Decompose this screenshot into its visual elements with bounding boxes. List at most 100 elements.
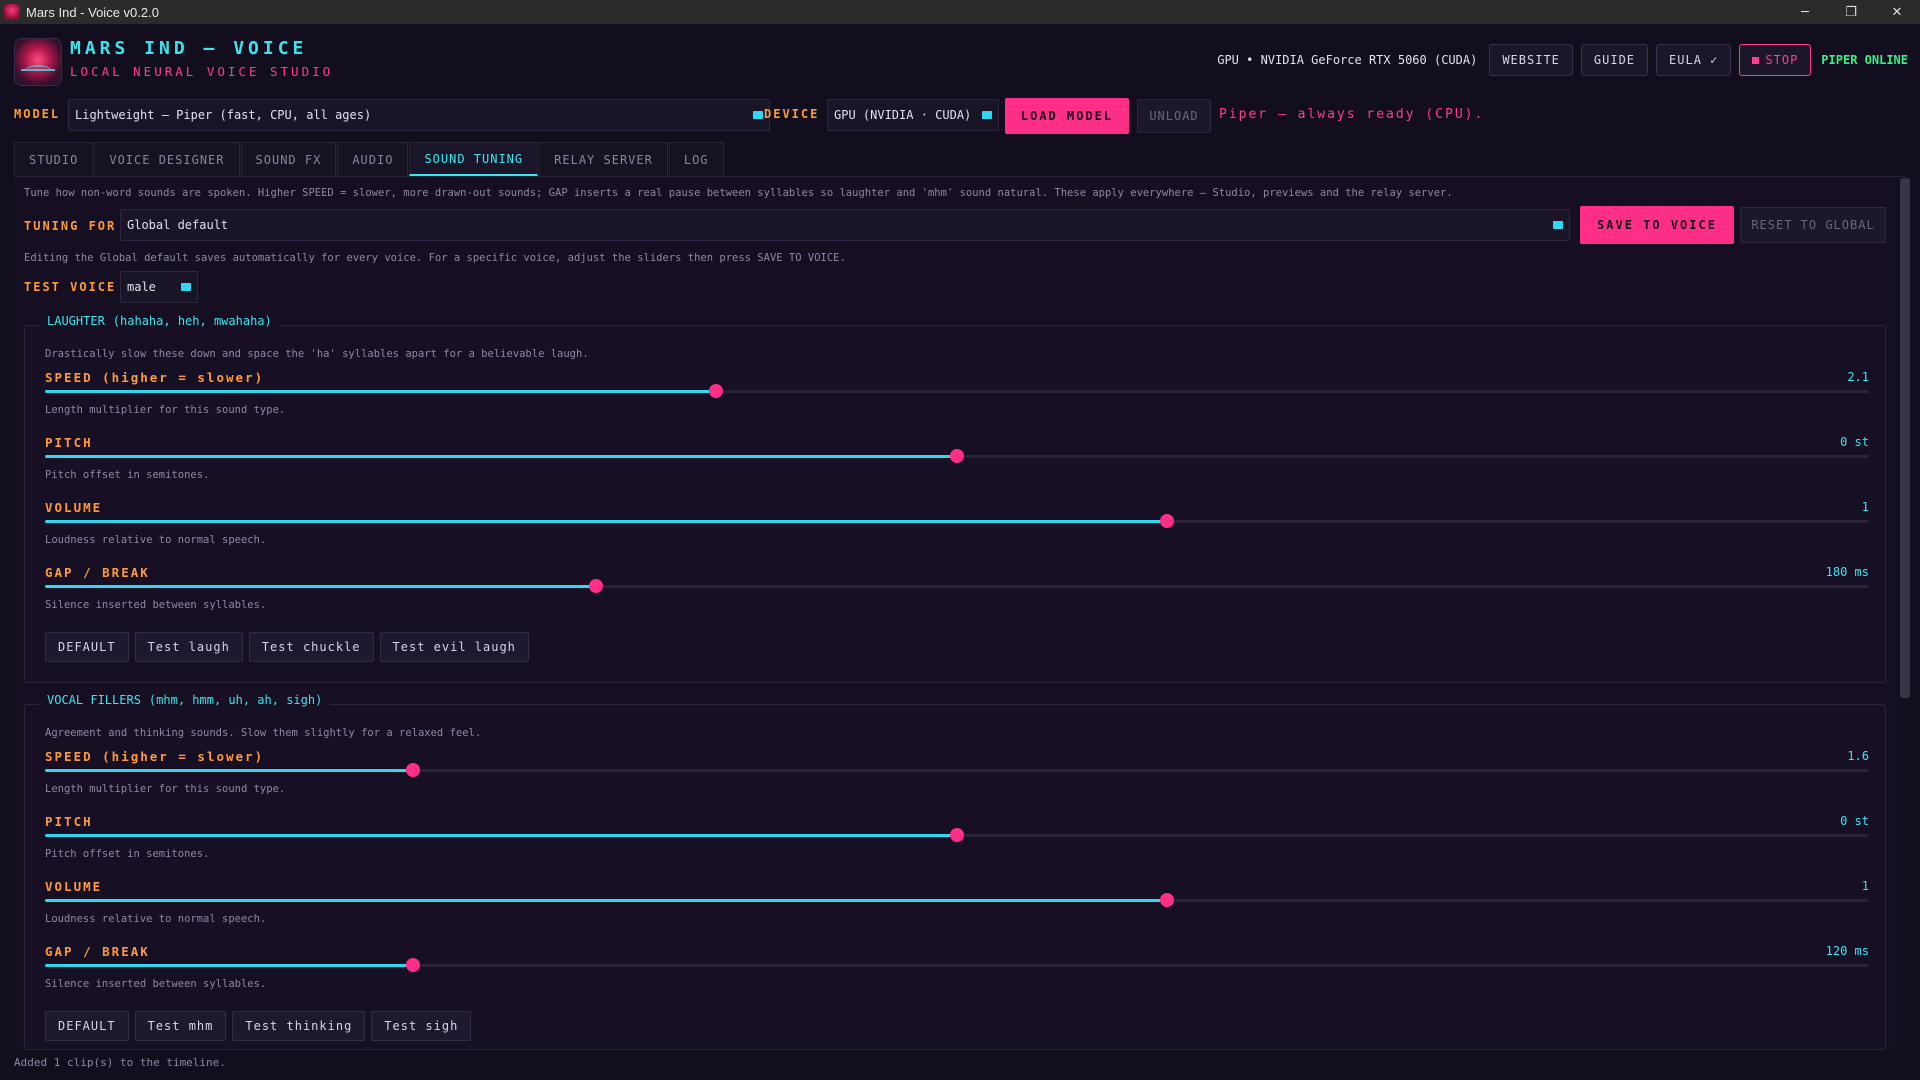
speed-slider[interactable] bbox=[45, 384, 1869, 398]
pitch-value: 0 st bbox=[1840, 435, 1869, 449]
tuning-for-select[interactable]: Global default bbox=[120, 209, 1570, 241]
app-header: MARS IND — VOICE LOCAL NEURAL VOICE STUD… bbox=[0, 24, 1920, 94]
laughter-button-row: DEFAULT Test laugh Test chuckle Test evil l… bbox=[45, 632, 529, 662]
default-button[interactable]: DEFAULT bbox=[45, 632, 129, 662]
vocal-fillers-group: VOCAL FILLERS (mhm, hmm, uh, ah, sigh) Ag… bbox=[24, 693, 1886, 1050]
volume-description: Loudness relative to normal speech. bbox=[45, 913, 267, 925]
gap-value: 180 ms bbox=[1825, 565, 1869, 579]
slider-thumb[interactable] bbox=[1159, 893, 1174, 907]
slider-fill bbox=[45, 769, 414, 772]
slider-thumb[interactable] bbox=[406, 958, 421, 972]
slider-thumb[interactable] bbox=[950, 828, 964, 842]
volume-value: 1 bbox=[1861, 500, 1869, 514]
chevron-down-icon bbox=[1553, 221, 1563, 229]
vocal-fillers-group-title: VOCAL FILLERS (mhm, hmm, uh, ah, sigh) bbox=[39, 693, 331, 707]
test-thinking-button[interactable]: Test thinking bbox=[232, 1011, 366, 1041]
chevron-down-icon bbox=[982, 111, 992, 119]
gap-label: GAP / BREAK bbox=[45, 565, 150, 580]
slider-fill bbox=[45, 390, 717, 393]
speed-label: SPEED (higher = slower) bbox=[45, 749, 265, 764]
minimize-button[interactable]: ─ bbox=[1782, 0, 1828, 24]
slider-fill bbox=[45, 585, 596, 588]
pitch-slider-block: PITCH 0 st Pitch offset in semitones. bbox=[45, 814, 1869, 880]
test-sigh-button[interactable]: Test sigh bbox=[371, 1011, 472, 1041]
speed-description: Length multiplier for this sound type. bbox=[45, 404, 286, 416]
laughter-group-title: LAUGHTER (hahaha, heh, mwahaha) bbox=[39, 314, 280, 328]
tab-sound-fx[interactable]: SOUND FX bbox=[240, 142, 337, 176]
slider-thumb[interactable] bbox=[406, 763, 421, 777]
website-button[interactable]: WEBSITE bbox=[1489, 44, 1573, 76]
speed-label: SPEED (higher = slower) bbox=[45, 370, 265, 385]
vocal-fillers-description: Agreement and thinking sounds. Slow them… bbox=[45, 727, 482, 739]
tab-bar: STUDIO VOICE DESIGNER SOUND FX AUDIO SOUND T… bbox=[14, 142, 725, 176]
status-bar: Added 1 clip(s) to the timeline. bbox=[14, 1056, 226, 1069]
unload-button[interactable]: UNLOAD bbox=[1137, 99, 1211, 133]
app-logo bbox=[14, 38, 62, 86]
pitch-description: Pitch offset in semitones. bbox=[45, 469, 210, 481]
slider-thumb[interactable] bbox=[709, 384, 724, 398]
tuning-for-value: Global default bbox=[127, 218, 229, 232]
close-button[interactable]: ✕ bbox=[1874, 0, 1920, 24]
slider-fill bbox=[45, 834, 957, 837]
brand-subtitle: LOCAL NEURAL VOICE STUDIO bbox=[70, 64, 334, 79]
tab-voice-designer[interactable]: VOICE DESIGNER bbox=[94, 142, 240, 176]
tab-audio[interactable]: AUDIO bbox=[337, 142, 409, 176]
model-label: MODEL bbox=[14, 107, 61, 121]
tab-log[interactable]: LOG bbox=[668, 142, 724, 176]
speed-slider[interactable] bbox=[45, 763, 1869, 777]
tuning-intro: Tune how non-word sounds are spoken. Hig… bbox=[24, 187, 1453, 199]
pitch-slider-block: PITCH 0 st Pitch offset in semitones. bbox=[45, 435, 1869, 501]
model-select[interactable]: Lightweight — Piper (fast, CPU, all ages… bbox=[68, 99, 770, 131]
gap-label: GAP / BREAK bbox=[45, 944, 150, 959]
slider-fill bbox=[45, 455, 957, 458]
eula-button[interactable]: EULA ✓ bbox=[1656, 44, 1732, 76]
volume-label: VOLUME bbox=[45, 500, 103, 515]
model-row: MODEL Lightweight — Piper (fast, CPU, al… bbox=[14, 98, 1914, 134]
laughter-description: Drastically slow these down and space th… bbox=[45, 348, 589, 360]
volume-slider-block: VOLUME 1 Loudness relative to normal speec… bbox=[45, 500, 1869, 566]
speed-value: 2.1 bbox=[1847, 370, 1869, 384]
slider-thumb[interactable] bbox=[950, 449, 964, 463]
gap-slider[interactable] bbox=[45, 958, 1869, 972]
speed-slider-block: SPEED (higher = slower) 2.1 Length multipl… bbox=[45, 370, 1869, 436]
speed-description: Length multiplier for this sound type. bbox=[45, 783, 286, 795]
tuning-for-label: TUNING FOR bbox=[24, 219, 117, 233]
app-icon bbox=[4, 4, 20, 20]
gpu-info: GPU • NVIDIA GeForce RTX 5060 (CUDA) bbox=[1217, 53, 1478, 67]
volume-slider[interactable] bbox=[45, 514, 1869, 528]
slider-fill bbox=[45, 964, 414, 967]
test-evil-laugh-button[interactable]: Test evil laugh bbox=[379, 632, 529, 662]
guide-button[interactable]: GUIDE bbox=[1580, 44, 1649, 76]
chevron-down-icon bbox=[181, 283, 191, 291]
test-chuckle-button[interactable]: Test chuckle bbox=[248, 632, 374, 662]
maximize-button[interactable]: ❐ bbox=[1828, 0, 1874, 24]
gap-slider-block: GAP / BREAK 180 ms Silence inserted betwee… bbox=[45, 565, 1869, 631]
tab-studio[interactable]: STUDIO bbox=[14, 142, 94, 176]
pitch-slider[interactable] bbox=[45, 828, 1869, 842]
test-mhm-button[interactable]: Test mhm bbox=[134, 1011, 227, 1041]
scrollbar[interactable] bbox=[1900, 178, 1910, 698]
stop-button[interactable]: STOP bbox=[1739, 44, 1812, 76]
volume-label: VOLUME bbox=[45, 879, 103, 894]
test-voice-label: TEST VOICE bbox=[24, 280, 117, 294]
load-model-button[interactable]: LOAD MODEL bbox=[1005, 98, 1129, 134]
tab-relay-server[interactable]: RELAY SERVER bbox=[539, 142, 668, 176]
test-voice-select[interactable]: male bbox=[120, 271, 198, 303]
gap-value: 120 ms bbox=[1825, 944, 1869, 958]
reset-to-global-button[interactable]: RESET TO GLOBAL bbox=[1740, 207, 1886, 243]
pitch-description: Pitch offset in semitones. bbox=[45, 848, 210, 860]
laughter-group: LAUGHTER (hahaha, heh, mwahaha) Drastical… bbox=[24, 314, 1886, 683]
gap-slider[interactable] bbox=[45, 579, 1869, 593]
save-to-voice-button[interactable]: SAVE TO VOICE bbox=[1580, 206, 1734, 244]
test-laugh-button[interactable]: Test laugh bbox=[134, 632, 243, 662]
device-select[interactable]: GPU (NVIDIA · CUDA) bbox=[827, 99, 999, 131]
default-button[interactable]: DEFAULT bbox=[45, 1011, 129, 1041]
tab-sound-tuning[interactable]: SOUND TUNING bbox=[409, 142, 539, 176]
chevron-down-icon bbox=[753, 111, 763, 119]
slider-thumb[interactable] bbox=[1159, 514, 1174, 528]
pitch-slider[interactable] bbox=[45, 449, 1869, 463]
pitch-value: 0 st bbox=[1840, 814, 1869, 828]
model-status: Piper — always ready (CPU). bbox=[1219, 107, 1485, 122]
slider-thumb[interactable] bbox=[588, 579, 603, 593]
volume-slider[interactable] bbox=[45, 893, 1869, 907]
